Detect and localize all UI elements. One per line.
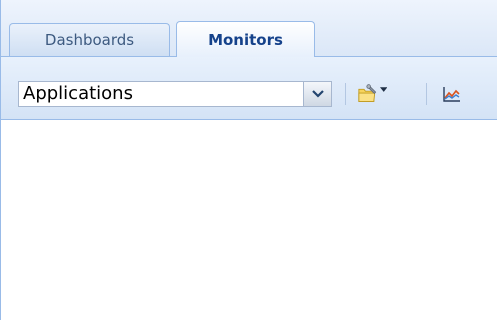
category-select-value: Applications	[23, 83, 133, 104]
chevron-down-icon	[311, 90, 324, 98]
tab-dashboards-label: Dashboards	[44, 31, 135, 49]
line-chart-icon	[443, 87, 460, 102]
tab-monitors-label: Monitors	[208, 30, 283, 49]
toolbar-separator	[345, 83, 346, 105]
tab-strip: Dashboards Monitors	[1, 0, 497, 57]
folder-settings-icon	[358, 84, 377, 102]
tab-dashboards[interactable]: Dashboards	[9, 23, 170, 56]
dropdown-arrow-icon	[379, 87, 387, 92]
monitors-content-area	[1, 120, 497, 320]
manage-monitors-button[interactable]	[357, 81, 387, 107]
chart-view-button[interactable]	[443, 81, 465, 107]
category-select[interactable]: Applications	[18, 81, 332, 107]
monitors-panel: Dashboards Monitors Applications	[0, 0, 497, 320]
monitors-toolbar: Applications	[1, 57, 497, 120]
tab-monitors[interactable]: Monitors	[176, 21, 315, 57]
toolbar-separator	[426, 83, 427, 105]
category-select-trigger[interactable]	[303, 82, 331, 106]
